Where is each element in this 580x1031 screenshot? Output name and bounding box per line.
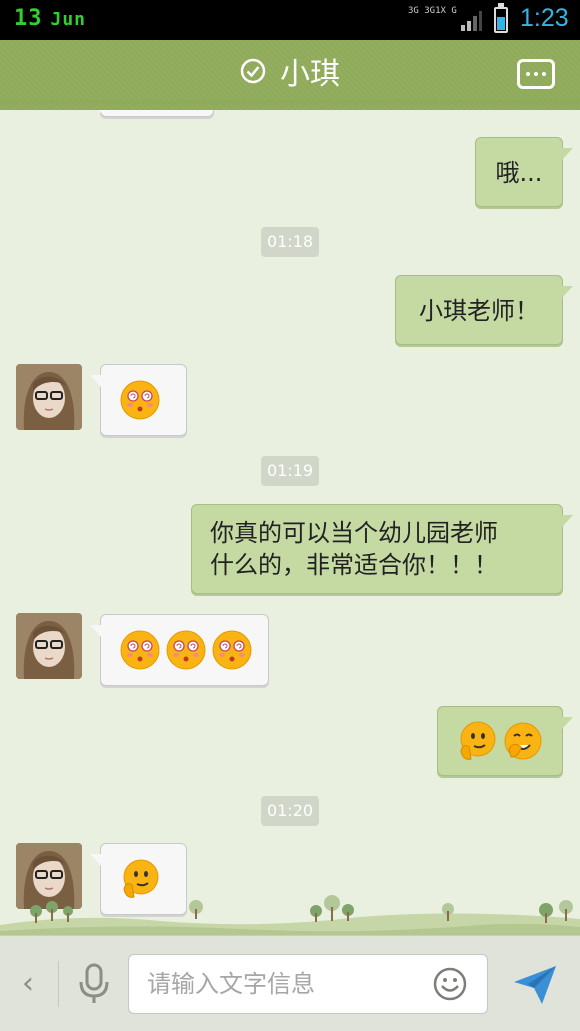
- more-dots-icon: [534, 72, 538, 76]
- smiley-icon[interactable]: [432, 966, 468, 1002]
- dizzy-emoji-icon: [212, 630, 252, 670]
- message-text-line-2: 什么的，非常适合你！！！: [210, 551, 498, 579]
- chat-message-list[interactable]: 哦... 01:18 小琪老师！ 01:19 你真的可以当个幼儿园老师 什么的，…: [0, 110, 580, 940]
- avatar[interactable]: [16, 613, 82, 679]
- dizzy-emoji-icon: [120, 630, 160, 670]
- send-icon[interactable]: [512, 964, 558, 1006]
- status-date-day: 13: [14, 6, 43, 31]
- chat-title-wrap: 小琪: [0, 40, 580, 102]
- status-time: 1:23: [520, 4, 569, 32]
- message-timestamp: 01:19: [261, 456, 319, 486]
- network-type-3: G: [451, 6, 457, 16]
- avatar-image: [16, 364, 82, 430]
- shy-giggle-emoji-icon: [504, 722, 542, 760]
- check-circle-icon: [240, 58, 266, 84]
- message-text: 小琪老师！: [419, 297, 539, 325]
- incoming-message-bubble[interactable]: [90, 110, 214, 117]
- network-indicator: 3G 3G1X G: [408, 6, 457, 17]
- more-options-button[interactable]: [517, 59, 555, 89]
- network-type-2: 3G1X: [424, 6, 446, 16]
- more-dots-icon: [542, 72, 546, 76]
- dizzy-emoji-icon: [120, 380, 160, 420]
- outgoing-message-bubble[interactable]: [437, 706, 573, 776]
- dizzy-emoji-icon: [166, 630, 206, 670]
- message-text-line-1: 你真的可以当个幼儿园老师: [210, 519, 498, 547]
- status-date-month: Jun: [50, 9, 87, 30]
- thinking-emoji-icon: [460, 721, 496, 760]
- avatar[interactable]: [16, 364, 82, 430]
- more-dots-icon: [526, 72, 530, 76]
- microphone-icon[interactable]: [76, 962, 112, 1006]
- status-bar: 13 Jun 3G 3G1X G 1:23: [0, 0, 580, 40]
- ground-decoration: [0, 895, 580, 940]
- message-text: 哦...: [495, 159, 543, 187]
- battery-icon: [494, 3, 508, 33]
- message-timestamp: 01:18: [261, 227, 319, 257]
- signal-icon: [461, 11, 482, 31]
- avatar-image: [16, 613, 82, 679]
- incoming-message-bubble[interactable]: [90, 364, 187, 436]
- incoming-message-bubble[interactable]: [90, 614, 269, 686]
- chevron-left-icon[interactable]: ‹: [22, 966, 34, 1001]
- thinking-emoji-icon: [123, 859, 159, 898]
- chat-title[interactable]: 小琪: [280, 49, 340, 93]
- message-timestamp: 01:20: [261, 796, 319, 826]
- outgoing-message-bubble[interactable]: 你真的可以当个幼儿园老师 什么的，非常适合你！！！: [191, 504, 573, 594]
- input-bar-divider: [58, 961, 59, 1007]
- outgoing-message-bubble[interactable]: 哦...: [475, 137, 573, 207]
- outgoing-message-bubble[interactable]: 小琪老师！: [395, 275, 573, 345]
- network-type-1: 3G: [408, 6, 419, 16]
- message-input-bar: ‹: [0, 935, 580, 1031]
- status-date: 13 Jun: [14, 6, 86, 31]
